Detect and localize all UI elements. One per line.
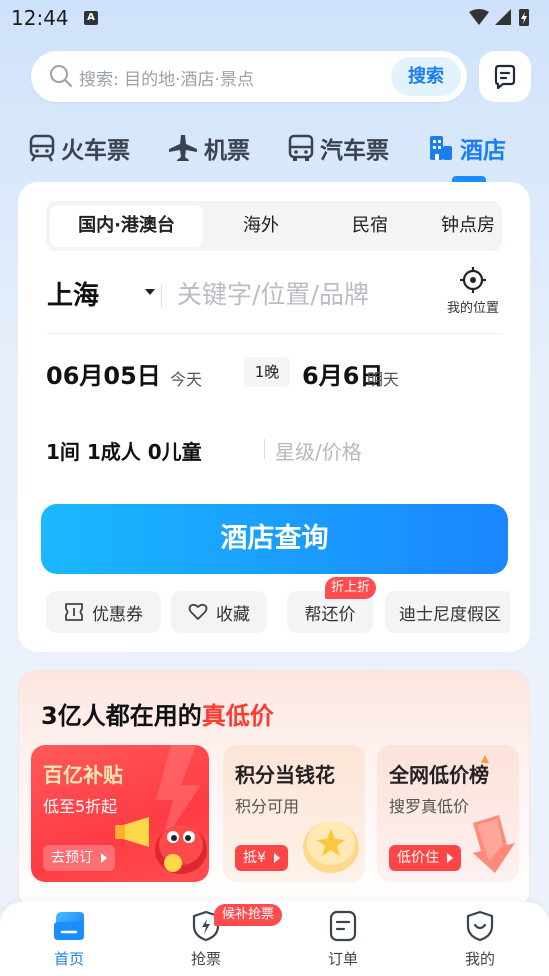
promo-title-highlight: 真低价 (201, 702, 274, 730)
checkin-note: 今天 (170, 370, 203, 389)
order-icon (329, 910, 357, 942)
tab-hotel[interactable]: 酒店 (428, 128, 506, 168)
book-now-button[interactable]: 去预订 (43, 845, 115, 871)
tab-hotel-label: 酒店 (460, 138, 506, 164)
notification-icon: A (84, 11, 98, 25)
divider (46, 333, 502, 334)
tab-bus-label: 汽车票 (320, 138, 389, 164)
status-icons (469, 9, 529, 26)
bargain-label: 帮还价 (304, 604, 356, 625)
subsidy-promo[interactable]: 百亿补贴 低至5折起 去预订 (31, 745, 209, 882)
disney-chip[interactable]: 迪士尼度假区 (385, 591, 510, 633)
status-bar: 12:44 A (0, 0, 549, 38)
nav-orders[interactable]: 订单 (303, 910, 383, 969)
promo-title-prefix: 3亿人都在用的 (41, 702, 202, 730)
checkout-note: 明天 (367, 370, 400, 389)
subsidy-subtitle: 低至5折起 (43, 797, 118, 816)
heart-icon (188, 603, 208, 620)
train-icon (29, 134, 55, 162)
nav-home[interactable]: 首页 (29, 910, 109, 969)
plane-icon (169, 135, 197, 161)
divider (264, 439, 265, 459)
nav-home-label: 首页 (53, 950, 84, 968)
tab-train-label: 火车票 (61, 138, 130, 164)
tab-flight[interactable]: 机票 (168, 128, 250, 168)
bus-icon (288, 134, 314, 161)
my-location-button[interactable]: 我的位置 (438, 266, 508, 316)
subsidy-title: 百亿补贴 (43, 763, 123, 787)
search-button[interactable]: 搜索 (391, 57, 461, 96)
points-subtitle: 积分可用 (235, 797, 300, 816)
checkin-date[interactable]: 06月05日 (46, 356, 161, 391)
bargain-badge: 折上折 (325, 577, 377, 599)
coupon-icon (65, 603, 83, 621)
tab-flight-label: 机票 (204, 138, 250, 164)
coupon-label: 优惠券 (92, 604, 143, 625)
nav-grab-ticket-label: 抢票 (190, 950, 221, 968)
favorites-chip[interactable]: 收藏 (171, 591, 267, 633)
points-promo[interactable]: 积分当钱花 积分可用 抵¥ (223, 745, 365, 882)
nav-profile[interactable]: 我的 (440, 910, 520, 969)
divider (161, 285, 162, 307)
search-placeholder: 搜索: 目的地·酒店·景点 (79, 70, 254, 90)
profile-icon (466, 910, 494, 942)
message-icon (494, 64, 516, 90)
favorites-label: 收藏 (216, 604, 250, 625)
home-icon (54, 912, 84, 940)
nav-orders-label: 订单 (327, 950, 358, 968)
coupon-chip[interactable]: 优惠券 (46, 591, 161, 633)
tab-homestay[interactable]: 民宿 (320, 201, 420, 251)
tab-train[interactable]: 火车票 (29, 128, 130, 168)
nights-count: 1晚 (244, 357, 290, 387)
city-selector[interactable]: 上海 (47, 275, 99, 312)
chevron-down-icon[interactable] (145, 289, 155, 295)
waitlist-badge: 候补抢票 (214, 904, 283, 926)
tab-overseas[interactable]: 海外 (211, 201, 311, 251)
hotel-search-button[interactable]: 酒店查询 (41, 504, 508, 574)
promo-title: 3亿人都在用的真低价 (41, 696, 274, 731)
quick-chips: 优惠券 收藏 帮还价 迪士尼度假区 (46, 591, 510, 635)
guest-selector[interactable]: 1间 1成人 0儿童 (46, 436, 202, 465)
tab-hourly-room[interactable]: 钟点房 (418, 201, 518, 251)
transport-tabs: 火车票 机票 汽车票 酒店 (0, 120, 549, 184)
star-price-selector[interactable]: 星级/价格 (275, 436, 362, 465)
disney-label: 迪士尼度假区 (399, 604, 501, 625)
lowest-price-promo[interactable]: 全网低价榜 搜罗真低价 低价住 (377, 745, 519, 882)
message-button[interactable] (479, 51, 531, 102)
my-location-label: 我的位置 (446, 301, 499, 316)
low-price-promo: 3亿人都在用的真低价 百亿补贴 低至5折起 去预订 积分当钱花 积分可用 抵¥ (18, 670, 530, 910)
date-selector[interactable]: 06月05日 今天 1晚 6月6日 明天 (46, 354, 506, 394)
search-icon (50, 65, 72, 87)
points-button[interactable]: 抵¥ (235, 845, 288, 871)
low-price-stay-button[interactable]: 低价住 (389, 845, 461, 871)
hotel-booking-card: 国内·港澳台 海外 民宿 钟点房 上海 关键字/位置/品牌 我的位置 06月05… (18, 182, 530, 652)
lowest-price-subtitle: 搜罗真低价 (389, 797, 470, 816)
tab-domestic[interactable]: 国内·港澳台 (50, 205, 203, 247)
hotel-type-tabs: 国内·港澳台 海外 民宿 钟点房 (46, 201, 502, 251)
keyword-input[interactable]: 关键字/位置/品牌 (177, 275, 369, 311)
status-time: 12:44 (11, 6, 69, 30)
points-title: 积分当钱花 (235, 763, 335, 787)
search-input[interactable]: 搜索: 目的地·酒店·景点 搜索 (31, 51, 467, 102)
crosshair-icon (460, 267, 486, 293)
lowest-price-title: 全网低价榜 (389, 763, 489, 787)
hotel-icon (430, 136, 452, 160)
tab-bus[interactable]: 汽车票 (288, 128, 389, 168)
nav-profile-label: 我的 (464, 950, 495, 968)
